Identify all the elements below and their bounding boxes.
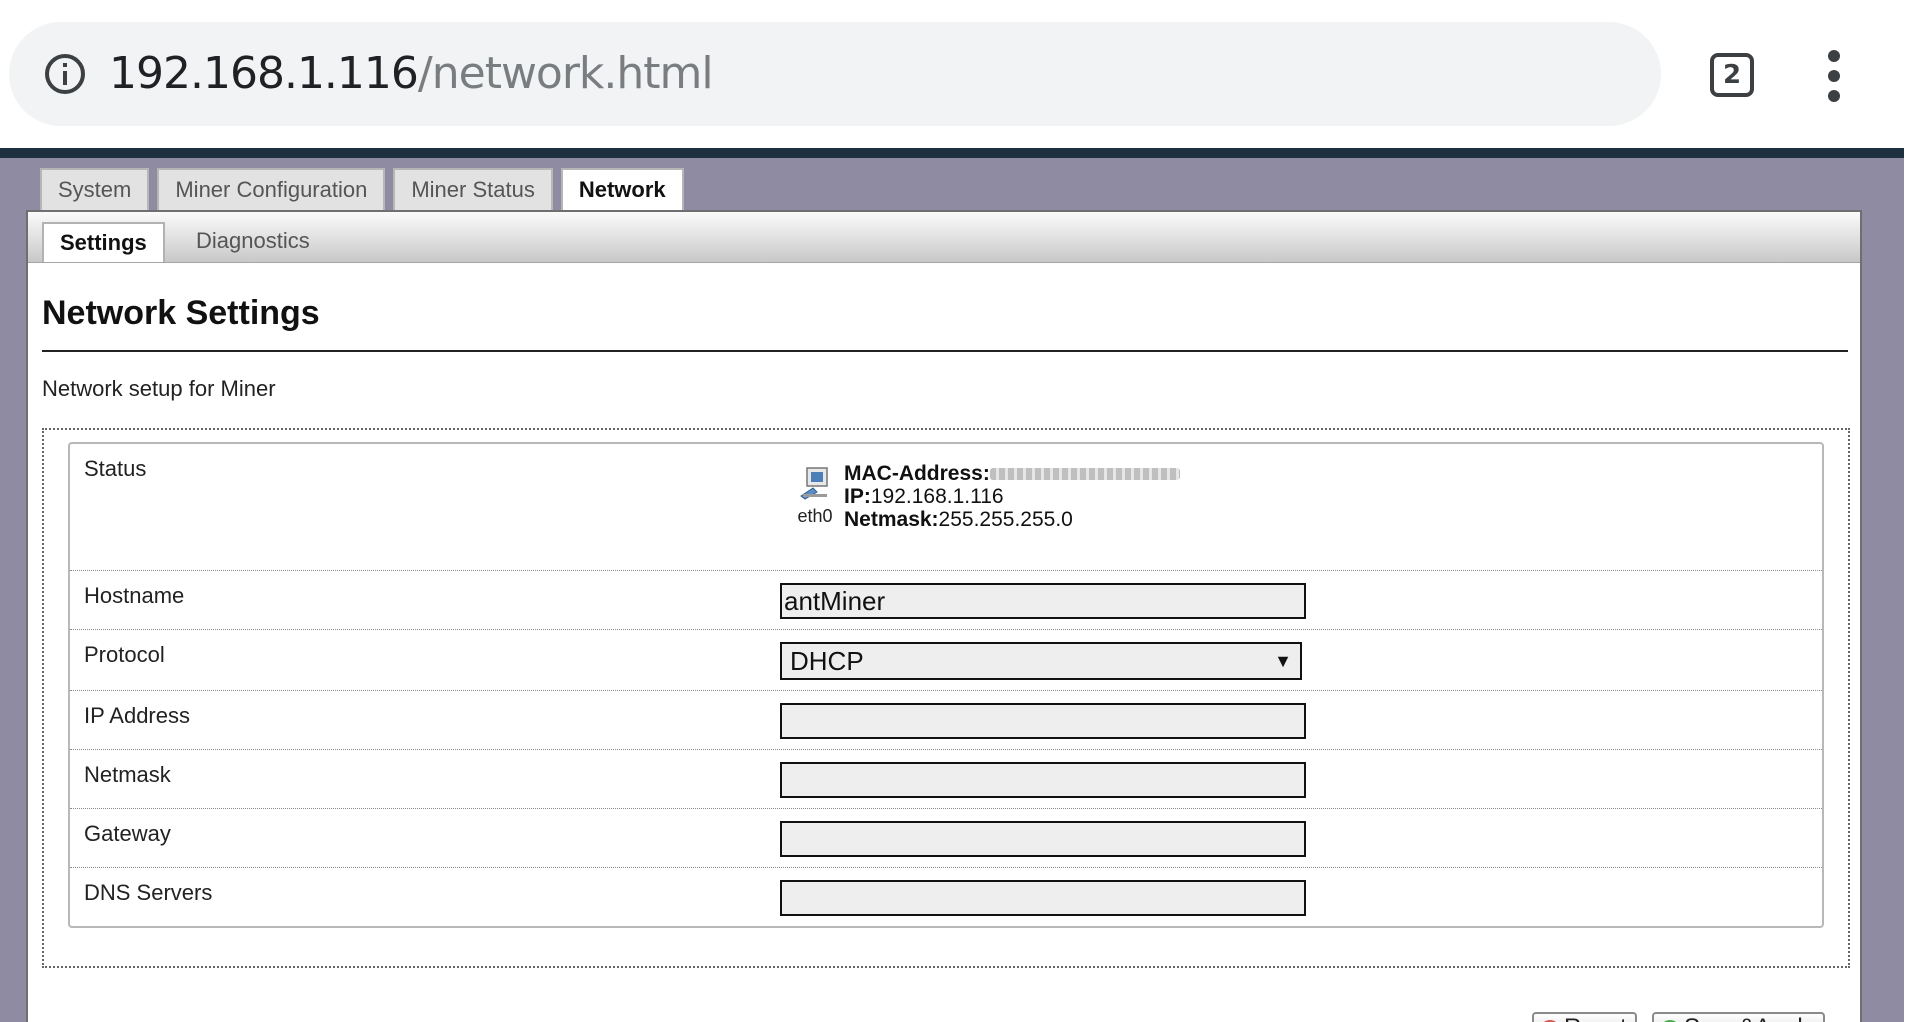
tab-switcher-icon[interactable]: 2 bbox=[1710, 53, 1754, 97]
dropdown-arrow-icon: ▼ bbox=[1274, 651, 1292, 671]
sub-tabs: Settings Diagnostics bbox=[28, 212, 1860, 263]
netmask-row: Netmask bbox=[70, 750, 1822, 809]
dns-servers-input[interactable] bbox=[780, 880, 1306, 916]
url-host: 192.168.1.116 bbox=[109, 48, 419, 99]
reset-button[interactable]: Reset bbox=[1532, 1012, 1637, 1022]
info-icon[interactable] bbox=[43, 52, 87, 96]
netmask-label: Netmask bbox=[84, 762, 171, 787]
hostname-row: Hostname bbox=[70, 571, 1822, 630]
menu-icon[interactable] bbox=[1822, 48, 1846, 104]
ip-label: IP: bbox=[844, 485, 871, 508]
subtab-diagnostics[interactable]: Diagnostics bbox=[180, 222, 326, 262]
tab-miner-configuration[interactable]: Miner Configuration bbox=[157, 168, 386, 210]
ip-address-row: IP Address bbox=[70, 691, 1822, 750]
dns-servers-row: DNS Servers bbox=[70, 868, 1822, 926]
netmask-info-value: 255.255.255.0 bbox=[938, 508, 1073, 531]
mac-address-label: MAC-Address: bbox=[844, 462, 990, 485]
header-bar bbox=[0, 148, 1904, 158]
netmask-info-label: Netmask: bbox=[844, 508, 939, 531]
subtab-settings[interactable]: Settings bbox=[42, 222, 165, 262]
netmask-input[interactable] bbox=[780, 762, 1306, 798]
interface-details: MAC-Address: IP:192.168.1.116 Netmask:25… bbox=[844, 462, 1180, 531]
protocol-row: Protocol DHCP ▼ bbox=[70, 630, 1822, 691]
protocol-selected-value: DHCP bbox=[790, 646, 864, 676]
save-apply-button-label: Save&Apply bbox=[1684, 1014, 1815, 1022]
url-text[interactable]: 192.168.1.116/network.html bbox=[109, 46, 714, 102]
network-fieldset: Status eth0 MAC-Address: IP:192.168.1.11… bbox=[42, 428, 1850, 968]
main-tabs: System Miner Configuration Miner Status … bbox=[40, 168, 684, 214]
ip-value: 192.168.1.116 bbox=[870, 485, 1004, 508]
page-title: Network Settings bbox=[42, 294, 320, 332]
content-panel: Settings Diagnostics Network Settings Ne… bbox=[26, 210, 1862, 1022]
status-label: Status bbox=[84, 456, 147, 481]
mac-address-redacted bbox=[989, 468, 1180, 481]
ip-address-input[interactable] bbox=[780, 703, 1306, 739]
url-path: /network.html bbox=[417, 48, 714, 99]
interface-name: eth0 bbox=[797, 506, 833, 526]
interface-badge: eth0 bbox=[790, 466, 840, 527]
browser-chrome: 192.168.1.116/network.html 2 bbox=[0, 0, 1914, 148]
title-divider bbox=[42, 350, 1848, 352]
status-row: Status eth0 MAC-Address: IP:192.168.1.11… bbox=[70, 444, 1822, 571]
web-page: System Miner Configuration Miner Status … bbox=[0, 148, 1904, 1022]
hostname-label: Hostname bbox=[84, 583, 185, 608]
hostname-input[interactable] bbox=[780, 583, 1306, 619]
save-apply-button[interactable]: Save&Apply bbox=[1652, 1012, 1825, 1022]
page-description: Network setup for Miner bbox=[42, 376, 276, 401]
network-interface-icon bbox=[800, 467, 828, 500]
ip-address-label: IP Address bbox=[84, 703, 190, 728]
gateway-label: Gateway bbox=[84, 821, 171, 846]
reset-button-label: Reset bbox=[1564, 1014, 1627, 1022]
settings-table: Status eth0 MAC-Address: IP:192.168.1.11… bbox=[68, 442, 1824, 928]
dns-servers-label: DNS Servers bbox=[84, 880, 213, 905]
protocol-select[interactable]: DHCP ▼ bbox=[780, 642, 1302, 680]
gateway-row: Gateway bbox=[70, 809, 1822, 868]
tab-network[interactable]: Network bbox=[560, 168, 684, 214]
gateway-input[interactable] bbox=[780, 821, 1306, 857]
tab-miner-status[interactable]: Miner Status bbox=[393, 168, 553, 210]
address-bar[interactable]: 192.168.1.116/network.html bbox=[9, 22, 1661, 126]
protocol-label: Protocol bbox=[84, 642, 165, 667]
tab-system[interactable]: System bbox=[40, 168, 150, 210]
